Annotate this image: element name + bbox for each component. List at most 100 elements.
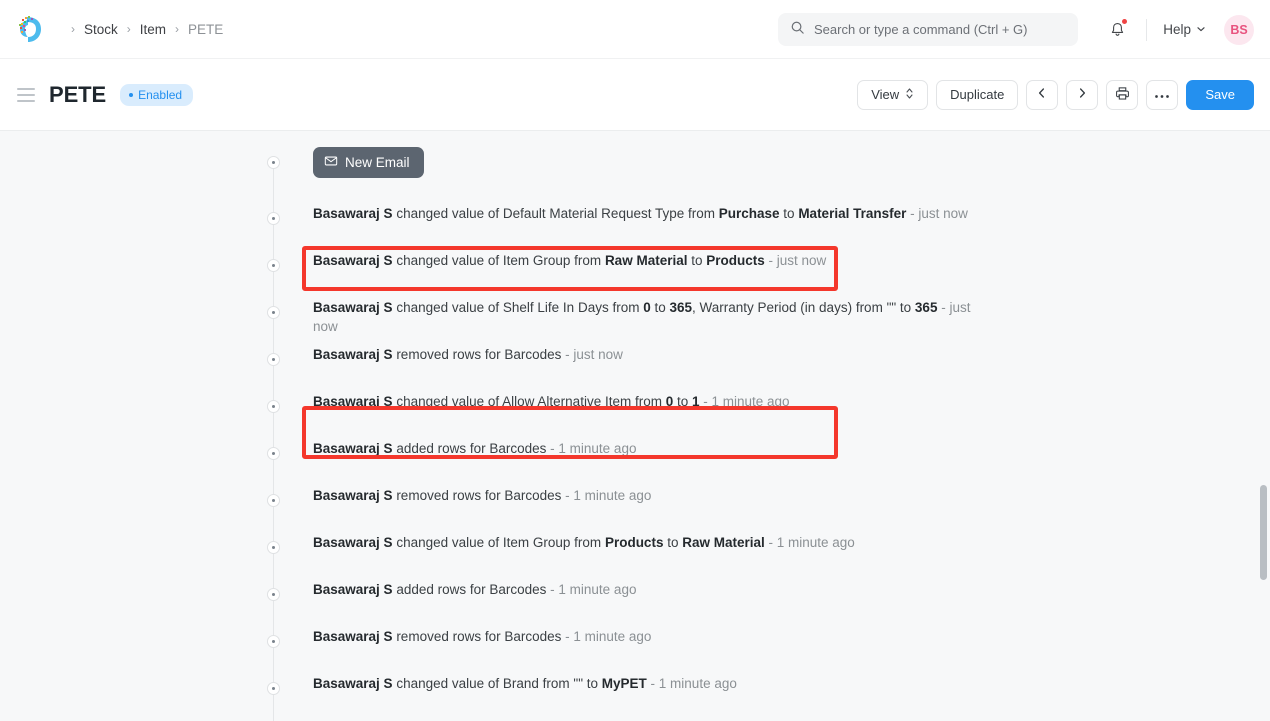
next-button[interactable] [1066,80,1098,110]
search-input[interactable] [814,22,1066,37]
timeline-entry-text: Basawaraj S changed value of Brand from … [313,666,767,693]
timeline-entry: Basawaraj S changed value of Default Mat… [0,196,1270,243]
page-header: PETE Enabled View Duplicate [0,59,1270,131]
timeline-entry-fragment: removed rows for Barcodes [393,488,562,503]
frappe-logo-icon[interactable] [16,13,48,45]
timeline-entry-text: Basawaraj S added rows for Barcodes - 1 … [313,572,666,599]
timeline-entry-fragment: changed value of Item Group from [393,535,605,550]
timeline-dot [266,493,281,508]
navbar-right-controls: Help BS [1102,0,1254,59]
notifications-button[interactable] [1102,15,1132,45]
timeline-entry-timestamp: - 1 minute ago [546,441,636,456]
timeline-entry-fragment: added rows for Barcodes [393,582,547,597]
new-email-button[interactable]: New Email [313,147,424,178]
timeline-entry: Basawaraj S changed value of Item Group … [0,243,1270,290]
vertical-scrollbar-thumb[interactable] [1260,485,1267,580]
timeline-dot [266,540,281,555]
timeline-entry-emphasis: Basawaraj S [313,676,393,691]
timeline-entry-emphasis: Basawaraj S [313,253,393,268]
timeline-entry-emphasis: Basawaraj S [313,394,393,409]
timeline-entry-text: Basawaraj S removed rows for Barcodes - … [313,337,653,364]
timeline-dot [266,352,281,367]
timeline-entry-text: Basawaraj S removed rows for Barcodes - … [313,478,681,505]
notification-unread-dot [1122,19,1127,24]
timeline-entry: Basawaraj S added rows for Barcodes - 1 … [0,572,1270,619]
timeline-entry-emphasis: Basawaraj S [313,347,393,362]
timeline-entry: Basawaraj S removed rows for Barcodes - … [0,337,1270,384]
duplicate-button[interactable]: Duplicate [936,80,1018,110]
breadcrumb-item-stock[interactable]: Stock [84,22,118,37]
timeline-entry-text: Basawaraj S added rows for Barcodes - 1 … [313,431,666,458]
timeline-entry-text: Basawaraj S changed value of Shelf Life … [313,290,1003,336]
up-down-chevron-icon [905,87,914,103]
hamburger-menu-icon[interactable] [17,88,35,102]
timeline-entry-fragment: , Warranty Period (in days) from "" to [692,300,915,315]
page-title: PETE [49,82,106,108]
timeline-entry-fragment: to [663,535,682,550]
timeline-entry-timestamp: - 1 minute ago [546,582,636,597]
status-badge: Enabled [120,84,193,106]
breadcrumb-item-item[interactable]: Item [140,22,166,37]
more-options-button[interactable] [1146,80,1178,110]
print-button[interactable] [1106,80,1138,110]
timeline-entry-emphasis: Purchase [719,206,780,221]
timeline-dot [266,446,281,461]
search-bar[interactable] [778,13,1078,46]
timeline-entry-fragment: changed value of Brand from "" to [393,676,602,691]
view-button[interactable]: View [857,80,928,110]
help-menu-button[interactable]: Help [1161,18,1208,41]
timeline-dot [266,305,281,320]
timeline-entry-emphasis: Basawaraj S [313,535,393,550]
timeline-entry-text: Basawaraj S changed value of Default Mat… [313,196,998,223]
timeline-dot [266,587,281,602]
timeline-entry-timestamp: - 1 minute ago [647,676,737,691]
timeline-dot [266,399,281,414]
timeline-dot [266,634,281,649]
avatar[interactable]: BS [1224,15,1254,45]
timeline-entry-emphasis: Basawaraj S [313,488,393,503]
timeline-dot [266,211,281,226]
timeline-entry-fragment: added rows for Barcodes [393,441,547,456]
timeline-entry-emphasis: 365 [915,300,938,315]
timeline-entry-text: Basawaraj S removed rows for Barcodes - … [313,619,681,646]
breadcrumb: › Stock › Item › PETE [62,22,223,37]
timeline-entry-fragment: to [651,300,670,315]
timeline-entry: Basawaraj S changed value of Allow Alter… [0,384,1270,431]
timeline-entry-timestamp: - 1 minute ago [561,629,651,644]
timeline-entry-emphasis: 365 [669,300,692,315]
timeline-entry-fragment: changed value of Allow Alternative Item … [393,394,666,409]
timeline-entry-timestamp: - just now [561,347,623,362]
timeline-entry: Basawaraj S removed rows for Barcodes - … [0,478,1270,525]
breadcrumb-separator-1: › [127,23,131,35]
timeline-entry: Basawaraj S changed value of Item Group … [0,525,1270,572]
previous-button[interactable] [1026,80,1058,110]
printer-icon [1115,86,1130,104]
duplicate-label: Duplicate [950,87,1004,102]
timeline-entry-emphasis: Basawaraj S [313,300,393,315]
timeline-entry-emphasis: Raw Material [605,253,688,268]
timeline-entry-emphasis: Basawaraj S [313,629,393,644]
timeline-entry-fragment: removed rows for Barcodes [393,629,562,644]
new-email-label: New Email [345,155,410,170]
timeline-entry-fragment: removed rows for Barcodes [393,347,562,362]
timeline-entry-fragment: to [687,253,706,268]
timeline-dot [266,258,281,273]
search-icon [790,20,805,40]
save-label: Save [1205,87,1235,102]
timeline-entry-emphasis: 1 [692,394,700,409]
timeline-dot [266,681,281,696]
timeline-entry-fragment: to [673,394,692,409]
save-button[interactable]: Save [1186,80,1254,110]
timeline-entry-timestamp: - just now [906,206,968,221]
page-toolbar: View Duplicate [857,80,1254,110]
timeline-entry-emphasis: Basawaraj S [313,441,393,456]
breadcrumb-item-pete[interactable]: PETE [188,22,223,37]
activity-timeline: New Email Basawaraj S changed value of D… [0,131,1270,713]
timeline-entry-text: Basawaraj S changed value of Allow Alter… [313,384,820,411]
timeline-entry-emphasis: MyPET [602,676,647,691]
timeline-row-new-email: New Email [0,145,1270,196]
timeline-entry-timestamp: - 1 minute ago [765,535,855,550]
timeline-entry-timestamp: - 1 minute ago [700,394,790,409]
breadcrumb-separator-0: › [71,23,75,35]
timeline-entry-timestamp: - just now [765,253,827,268]
